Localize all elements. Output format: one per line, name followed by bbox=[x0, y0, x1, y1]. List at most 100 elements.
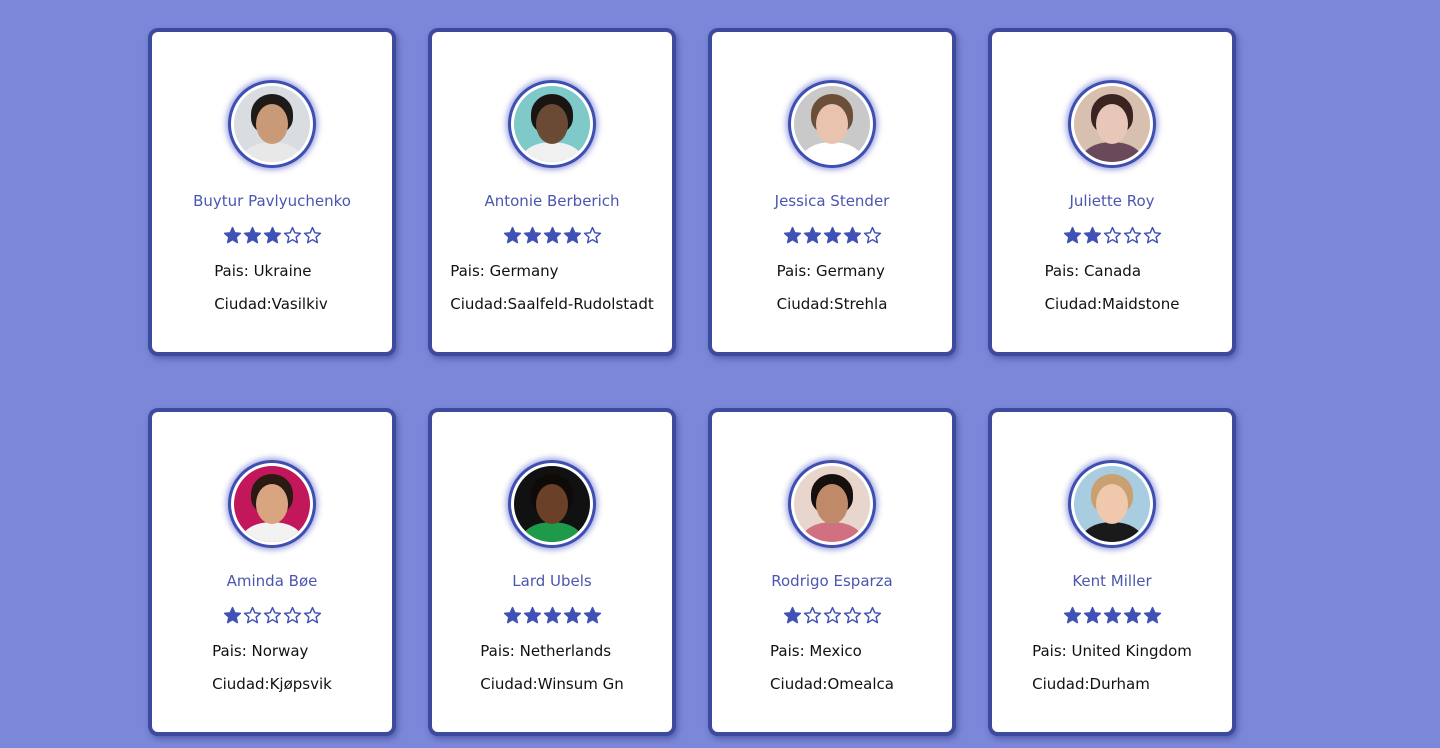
star-filled-icon bbox=[223, 226, 241, 244]
star-rating bbox=[783, 226, 882, 245]
avatar bbox=[514, 86, 590, 162]
star-filled-icon bbox=[1083, 226, 1101, 244]
city-row: Ciudad:Vasilkiv bbox=[214, 288, 328, 321]
city-row: Ciudad:Omealca bbox=[770, 668, 894, 701]
star-filled-icon bbox=[803, 226, 821, 244]
country-row: Pais: Netherlands bbox=[480, 635, 623, 668]
user-name: Jessica Stender bbox=[774, 192, 890, 210]
city-label: Ciudad: bbox=[212, 675, 270, 693]
star-filled-icon bbox=[823, 226, 841, 244]
location-info: Pais: Canada Ciudad:Maidstone bbox=[1045, 255, 1180, 321]
star-filled-icon bbox=[583, 606, 601, 624]
star-filled-icon bbox=[543, 606, 561, 624]
avatar-face bbox=[1096, 104, 1128, 144]
star-rating bbox=[223, 606, 322, 625]
star-empty-icon bbox=[823, 606, 841, 624]
avatar bbox=[234, 86, 310, 162]
star-rating bbox=[503, 226, 602, 245]
country-row: Pais: Germany bbox=[777, 255, 888, 288]
star-empty-icon bbox=[303, 606, 321, 624]
user-name: Lard Ubels bbox=[512, 572, 592, 590]
star-empty-icon bbox=[803, 606, 821, 624]
star-filled-icon bbox=[783, 226, 801, 244]
city-label: Ciudad: bbox=[214, 295, 272, 313]
user-card[interactable]: Antonie Berberich Pais: Germany Ciudad:Saa… bbox=[428, 28, 676, 356]
user-name: Juliette Roy bbox=[1069, 192, 1155, 210]
avatar-frame bbox=[228, 460, 316, 548]
star-filled-icon bbox=[543, 226, 561, 244]
avatar bbox=[1074, 86, 1150, 162]
user-card[interactable]: Kent Miller Pais: United Kingdom Ciudad:Du… bbox=[988, 408, 1236, 736]
star-filled-icon bbox=[243, 226, 261, 244]
city-value: Winsum Gn bbox=[537, 675, 624, 693]
user-card[interactable]: Buytur Pavlyuchenko Pais: Ukraine Ciudad:V… bbox=[148, 28, 396, 356]
country-value: United Kingdom bbox=[1071, 642, 1192, 660]
avatar-frame bbox=[228, 80, 316, 168]
city-row: Ciudad:Maidstone bbox=[1045, 288, 1180, 321]
star-filled-icon bbox=[563, 226, 581, 244]
star-filled-icon bbox=[843, 226, 861, 244]
city-value: Vasilkiv bbox=[271, 295, 328, 313]
star-empty-icon bbox=[583, 226, 601, 244]
city-label: Ciudad: bbox=[450, 295, 508, 313]
avatar bbox=[794, 466, 870, 542]
star-empty-icon bbox=[1103, 226, 1121, 244]
city-row: Ciudad:Strehla bbox=[777, 288, 888, 321]
star-empty-icon bbox=[863, 606, 881, 624]
user-card[interactable]: Rodrigo Esparza Pais: Mexico Ciudad:Omealc… bbox=[708, 408, 956, 736]
avatar-frame bbox=[508, 80, 596, 168]
city-value: Maidstone bbox=[1102, 295, 1180, 313]
star-filled-icon bbox=[523, 226, 541, 244]
avatar bbox=[1074, 466, 1150, 542]
star-filled-icon bbox=[523, 606, 541, 624]
user-name: Kent Miller bbox=[1072, 572, 1152, 590]
star-empty-icon bbox=[863, 226, 881, 244]
country-row: Pais: Ukraine bbox=[214, 255, 328, 288]
star-filled-icon bbox=[1083, 606, 1101, 624]
star-rating bbox=[503, 606, 602, 625]
location-info: Pais: Germany Ciudad:Strehla bbox=[777, 255, 888, 321]
avatar-frame bbox=[508, 460, 596, 548]
star-filled-icon bbox=[223, 606, 241, 624]
country-label: Pais: bbox=[1032, 642, 1072, 660]
country-label: Pais: bbox=[1044, 262, 1084, 280]
avatar-frame bbox=[1068, 80, 1156, 168]
country-value: Mexico bbox=[809, 642, 862, 660]
city-label: Ciudad: bbox=[1032, 675, 1090, 693]
user-card[interactable]: Jessica Stender Pais: Germany Ciudad:Streh… bbox=[708, 28, 956, 356]
user-card[interactable]: Juliette Roy Pais: Canada Ciudad:Maidstone bbox=[988, 28, 1236, 356]
city-label: Ciudad: bbox=[770, 675, 828, 693]
star-filled-icon bbox=[1143, 606, 1161, 624]
star-empty-icon bbox=[263, 606, 281, 624]
avatar bbox=[234, 466, 310, 542]
city-value: Saalfeld-Rudolstadt bbox=[507, 295, 654, 313]
location-info: Pais: United Kingdom Ciudad:Durham bbox=[1032, 635, 1192, 701]
star-rating bbox=[1063, 226, 1162, 245]
star-empty-icon bbox=[283, 606, 301, 624]
avatar-face bbox=[256, 484, 288, 524]
star-empty-icon bbox=[243, 606, 261, 624]
avatar-face bbox=[816, 484, 848, 524]
star-empty-icon bbox=[1143, 226, 1161, 244]
city-row: Ciudad:Winsum Gn bbox=[480, 668, 623, 701]
avatar-face bbox=[816, 104, 848, 144]
avatar-face bbox=[1096, 484, 1128, 524]
country-label: Pais: bbox=[450, 262, 490, 280]
star-rating bbox=[783, 606, 882, 625]
country-value: Norway bbox=[251, 642, 309, 660]
city-label: Ciudad: bbox=[776, 295, 835, 313]
star-filled-icon bbox=[263, 226, 281, 244]
user-card[interactable]: Aminda Bøe Pais: Norway Ciudad:Kjøpsvik bbox=[148, 408, 396, 736]
country-row: Pais: Norway bbox=[212, 635, 332, 668]
country-label: Pais: bbox=[480, 642, 520, 660]
user-name: Rodrigo Esparza bbox=[771, 572, 893, 590]
avatar-face bbox=[536, 104, 568, 144]
country-row: Pais: United Kingdom bbox=[1032, 635, 1192, 668]
avatar-face bbox=[536, 484, 568, 524]
user-card[interactable]: Lard Ubels Pais: Netherlands Ciudad:Winsum… bbox=[428, 408, 676, 736]
country-label: Pais: bbox=[776, 262, 816, 280]
star-filled-icon bbox=[503, 226, 521, 244]
star-filled-icon bbox=[1123, 606, 1141, 624]
country-label: Pais: bbox=[770, 642, 810, 660]
city-label: Ciudad: bbox=[1044, 295, 1102, 313]
